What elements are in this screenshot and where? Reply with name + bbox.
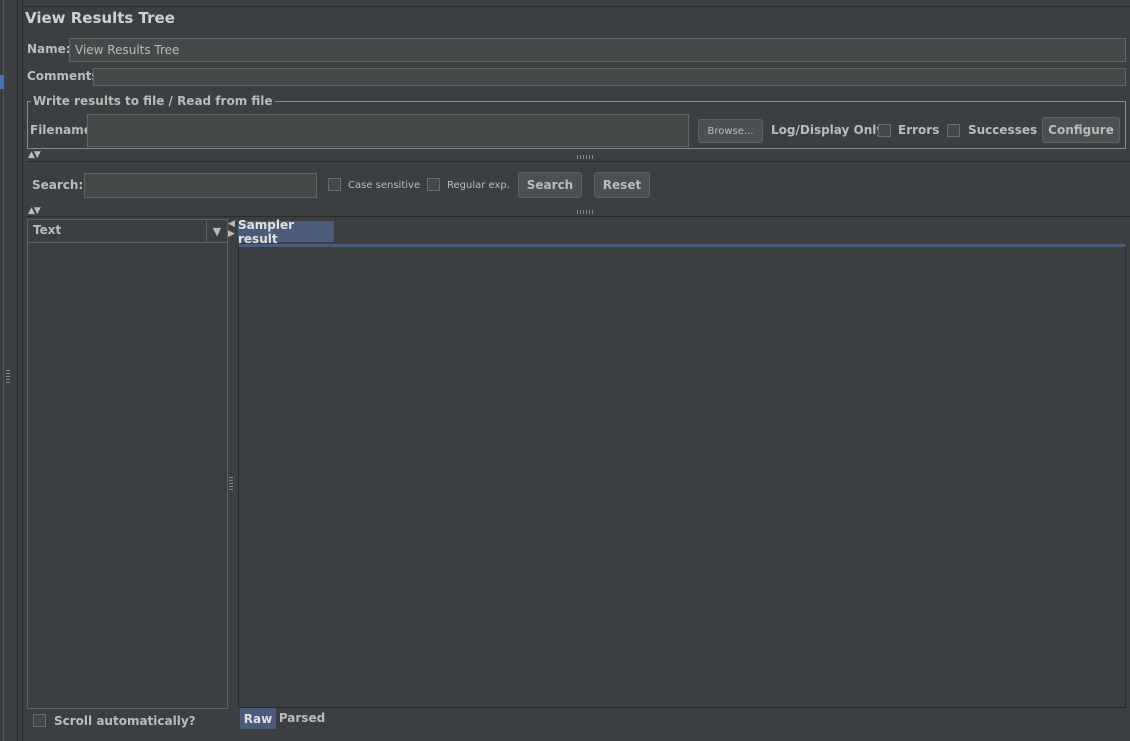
filename-label: Filename (30, 123, 92, 137)
case-sensitive-label: Case sensitive (348, 180, 421, 191)
comments-field[interactable] (93, 68, 1126, 86)
tab-parsed[interactable]: Parsed (278, 708, 326, 727)
splitter-divider-2 (27, 216, 1130, 217)
search-button[interactable]: Search (518, 172, 582, 198)
results-tree-panel[interactable] (27, 219, 228, 709)
top-divider (22, 6, 1130, 7)
name-field[interactable]: View Results Tree (69, 38, 1126, 62)
splitter-grip-1[interactable] (577, 155, 595, 159)
collapse-arrows-icon-2[interactable]: ▲▼ (28, 206, 41, 216)
sidebar-selection-marker (0, 75, 4, 89)
scroll-automatically-label: Scroll automatically? (54, 714, 196, 728)
splitter-divider-1 (27, 161, 1130, 162)
successes-label: Successes (968, 123, 1038, 137)
comments-label: Comments: (27, 69, 104, 83)
name-field-value: View Results Tree (75, 43, 180, 57)
collapse-arrows-icon[interactable]: ▲▼ (28, 150, 41, 160)
chevron-down-icon[interactable]: ▼ (206, 220, 227, 242)
log-display-label: Log/Display Only: (771, 123, 889, 137)
page-title: View Results Tree (25, 9, 175, 27)
splitter-grip-2[interactable] (577, 210, 595, 214)
filename-input[interactable] (87, 114, 689, 147)
reset-button[interactable]: Reset (594, 172, 650, 198)
regex-label: Regular exp. (447, 180, 510, 191)
renderer-select[interactable]: Text ▼ (28, 220, 227, 243)
configure-button[interactable]: Configure (1042, 117, 1120, 143)
tab-sampler-result[interactable]: Sampler result (238, 218, 334, 246)
case-sensitive-checkbox[interactable] (328, 178, 341, 191)
sampler-result-area[interactable] (238, 244, 1126, 708)
errors-label: Errors (898, 123, 940, 137)
collapse-side-arrows-icon[interactable]: ◀ ▶ (228, 219, 235, 239)
file-group-legend: Write results to file / Read from file (31, 94, 275, 108)
sidebar-resize-grip[interactable] (6, 370, 10, 384)
successes-checkbox[interactable] (947, 124, 960, 137)
search-input[interactable] (84, 173, 317, 198)
vertical-splitter-grip[interactable] (229, 477, 233, 491)
browse-button[interactable]: Browse... (698, 119, 763, 143)
renderer-select-value: Text (33, 223, 62, 237)
name-label: Name: (27, 42, 71, 56)
search-label: Search: (32, 178, 84, 192)
tab-raw[interactable]: Raw (240, 708, 276, 729)
errors-checkbox[interactable] (878, 124, 891, 137)
left-sidebar-strip (0, 0, 18, 741)
scroll-automatically-checkbox[interactable] (33, 714, 46, 727)
regex-checkbox[interactable] (427, 178, 440, 191)
